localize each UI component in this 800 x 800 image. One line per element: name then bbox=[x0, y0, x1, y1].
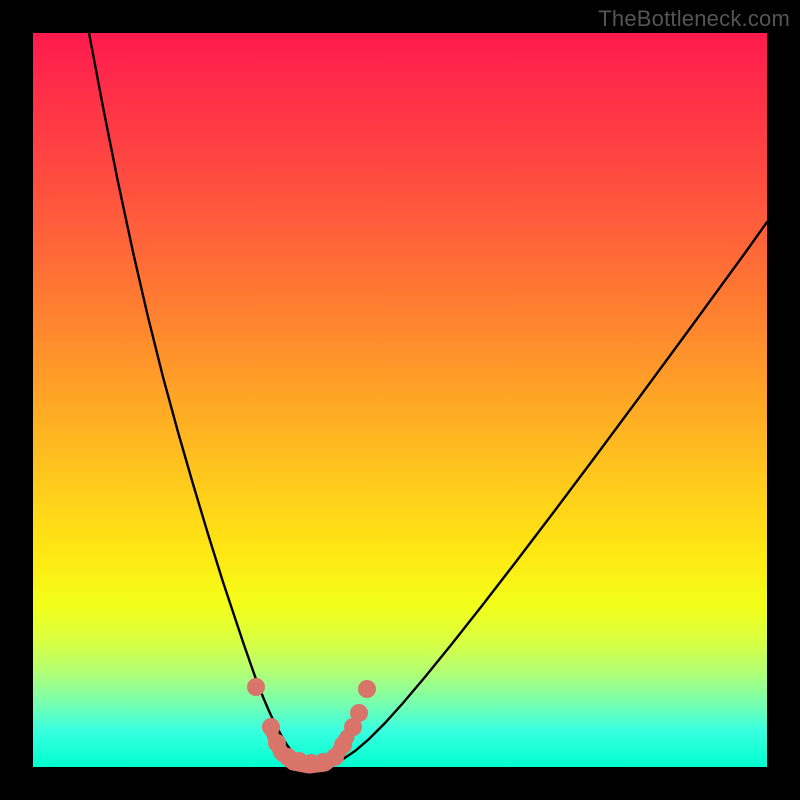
chart-frame: TheBottleneck.com bbox=[0, 0, 800, 800]
highlight-dot bbox=[262, 718, 280, 736]
highlight-dot bbox=[350, 704, 368, 722]
curve-group bbox=[89, 33, 767, 765]
watermark-text: TheBottleneck.com bbox=[598, 6, 790, 32]
highlight-dot bbox=[247, 678, 265, 696]
highlight-dots bbox=[247, 678, 376, 772]
highlight-dot bbox=[334, 736, 352, 754]
highlight-dot bbox=[268, 734, 286, 752]
chart-svg bbox=[33, 33, 767, 767]
bottleneck-curve bbox=[89, 33, 767, 765]
highlight-dot bbox=[358, 680, 376, 698]
plot-area bbox=[33, 33, 767, 767]
